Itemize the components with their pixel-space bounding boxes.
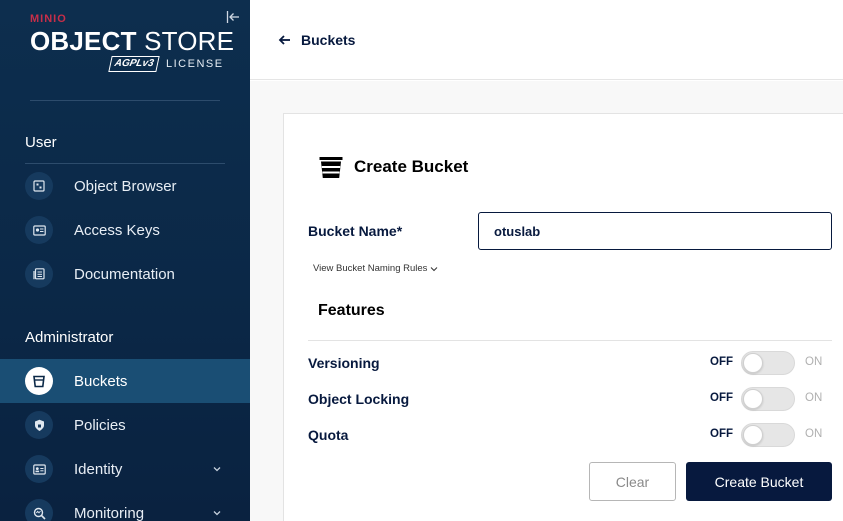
access-keys-icon xyxy=(25,216,53,244)
card-title-text: Create Bucket xyxy=(354,157,469,176)
sidebar-item-policies[interactable]: Policies xyxy=(0,403,250,447)
features-heading: Features xyxy=(318,302,385,319)
minio-logo: MINIO OBJECT STORE AGPLv3 LICENSE xyxy=(30,13,234,72)
identity-icon xyxy=(25,455,53,483)
quota-toggle[interactable] xyxy=(741,423,795,447)
object-locking-toggle[interactable] xyxy=(741,387,795,411)
documentation-icon xyxy=(25,260,53,288)
monitoring-icon xyxy=(25,499,53,521)
minio-wordmark: MINIO xyxy=(30,13,67,25)
feature-label: Quota xyxy=(308,427,349,443)
user-section-label: User xyxy=(25,134,57,151)
sidebar-item-label: Policies xyxy=(74,416,126,434)
divider xyxy=(30,100,220,101)
product-name: OBJECT STORE xyxy=(30,26,234,56)
create-bucket-button[interactable]: Create Bucket xyxy=(686,462,832,501)
sidebar-item-label: Access Keys xyxy=(74,221,160,239)
page-header: Buckets xyxy=(250,0,843,80)
toggle-knob xyxy=(743,425,763,445)
toggle-off-label: OFF xyxy=(710,356,733,368)
feature-label: Object Locking xyxy=(308,391,410,407)
arrow-left-icon xyxy=(278,35,290,45)
license-row: AGPLv3 LICENSE xyxy=(108,56,230,72)
versioning-toggle[interactable] xyxy=(741,351,795,375)
chevron-down-icon xyxy=(431,266,438,271)
license-label: LICENSE xyxy=(166,58,224,70)
chevron-down-icon xyxy=(213,511,221,516)
toggle-knob xyxy=(743,353,763,373)
view-naming-rules-toggle[interactable]: View Bucket Naming Rules xyxy=(313,263,438,274)
product-name-bold: OBJECT xyxy=(30,26,137,56)
sidebar-item-label: Identity xyxy=(74,460,123,478)
sidebar-item-object-browser[interactable]: Object Browser xyxy=(0,164,250,208)
sidebar-item-identity[interactable]: Identity xyxy=(0,447,250,491)
toggle-on-label: ON xyxy=(805,392,823,404)
toggle-on-label: ON xyxy=(805,428,823,440)
toggle-off-label: OFF xyxy=(710,428,733,440)
feature-row-quota: Quota OFF ON xyxy=(308,422,832,448)
sidebar-item-label: Buckets xyxy=(74,372,128,390)
policies-icon xyxy=(25,411,53,439)
agpl-badge: AGPLv3 xyxy=(108,56,160,72)
bucket-name-input[interactable] xyxy=(478,212,832,250)
naming-rules-label: View Bucket Naming Rules xyxy=(313,263,428,274)
sidebar-item-label: Documentation xyxy=(74,265,175,283)
feature-row-versioning: Versioning OFF ON xyxy=(308,350,832,376)
back-link-label: Buckets xyxy=(301,32,356,48)
card-title: Create Bucket xyxy=(318,154,468,180)
sidebar-item-monitoring[interactable]: Monitoring xyxy=(0,491,250,521)
sidebar-item-label: Monitoring xyxy=(74,504,145,521)
object-browser-icon xyxy=(25,172,53,200)
sidebar: MINIO OBJECT STORE AGPLv3 LICENSE User O… xyxy=(0,0,250,521)
bucket-icon xyxy=(25,367,53,395)
product-name-light: STORE xyxy=(136,26,235,56)
feature-row-object-locking: Object Locking OFF ON xyxy=(308,386,832,412)
bucket-icon xyxy=(319,157,343,178)
administrator-section-label: Administrator xyxy=(25,329,114,346)
chevron-down-icon xyxy=(213,467,221,472)
clear-button[interactable]: Clear xyxy=(589,462,676,501)
sidebar-item-documentation[interactable]: Documentation xyxy=(0,252,250,296)
toggle-knob xyxy=(743,389,763,409)
bucket-name-label: Bucket Name* xyxy=(308,223,403,239)
sidebar-item-buckets[interactable]: Buckets xyxy=(0,359,250,403)
divider xyxy=(308,340,832,341)
toggle-off-label: OFF xyxy=(710,392,733,404)
feature-label: Versioning xyxy=(308,355,380,371)
sidebar-item-access-keys[interactable]: Access Keys xyxy=(0,208,250,252)
back-to-buckets-link[interactable]: Buckets xyxy=(278,32,355,48)
sidebar-item-label: Object Browser xyxy=(74,177,177,195)
toggle-on-label: ON xyxy=(805,356,823,368)
